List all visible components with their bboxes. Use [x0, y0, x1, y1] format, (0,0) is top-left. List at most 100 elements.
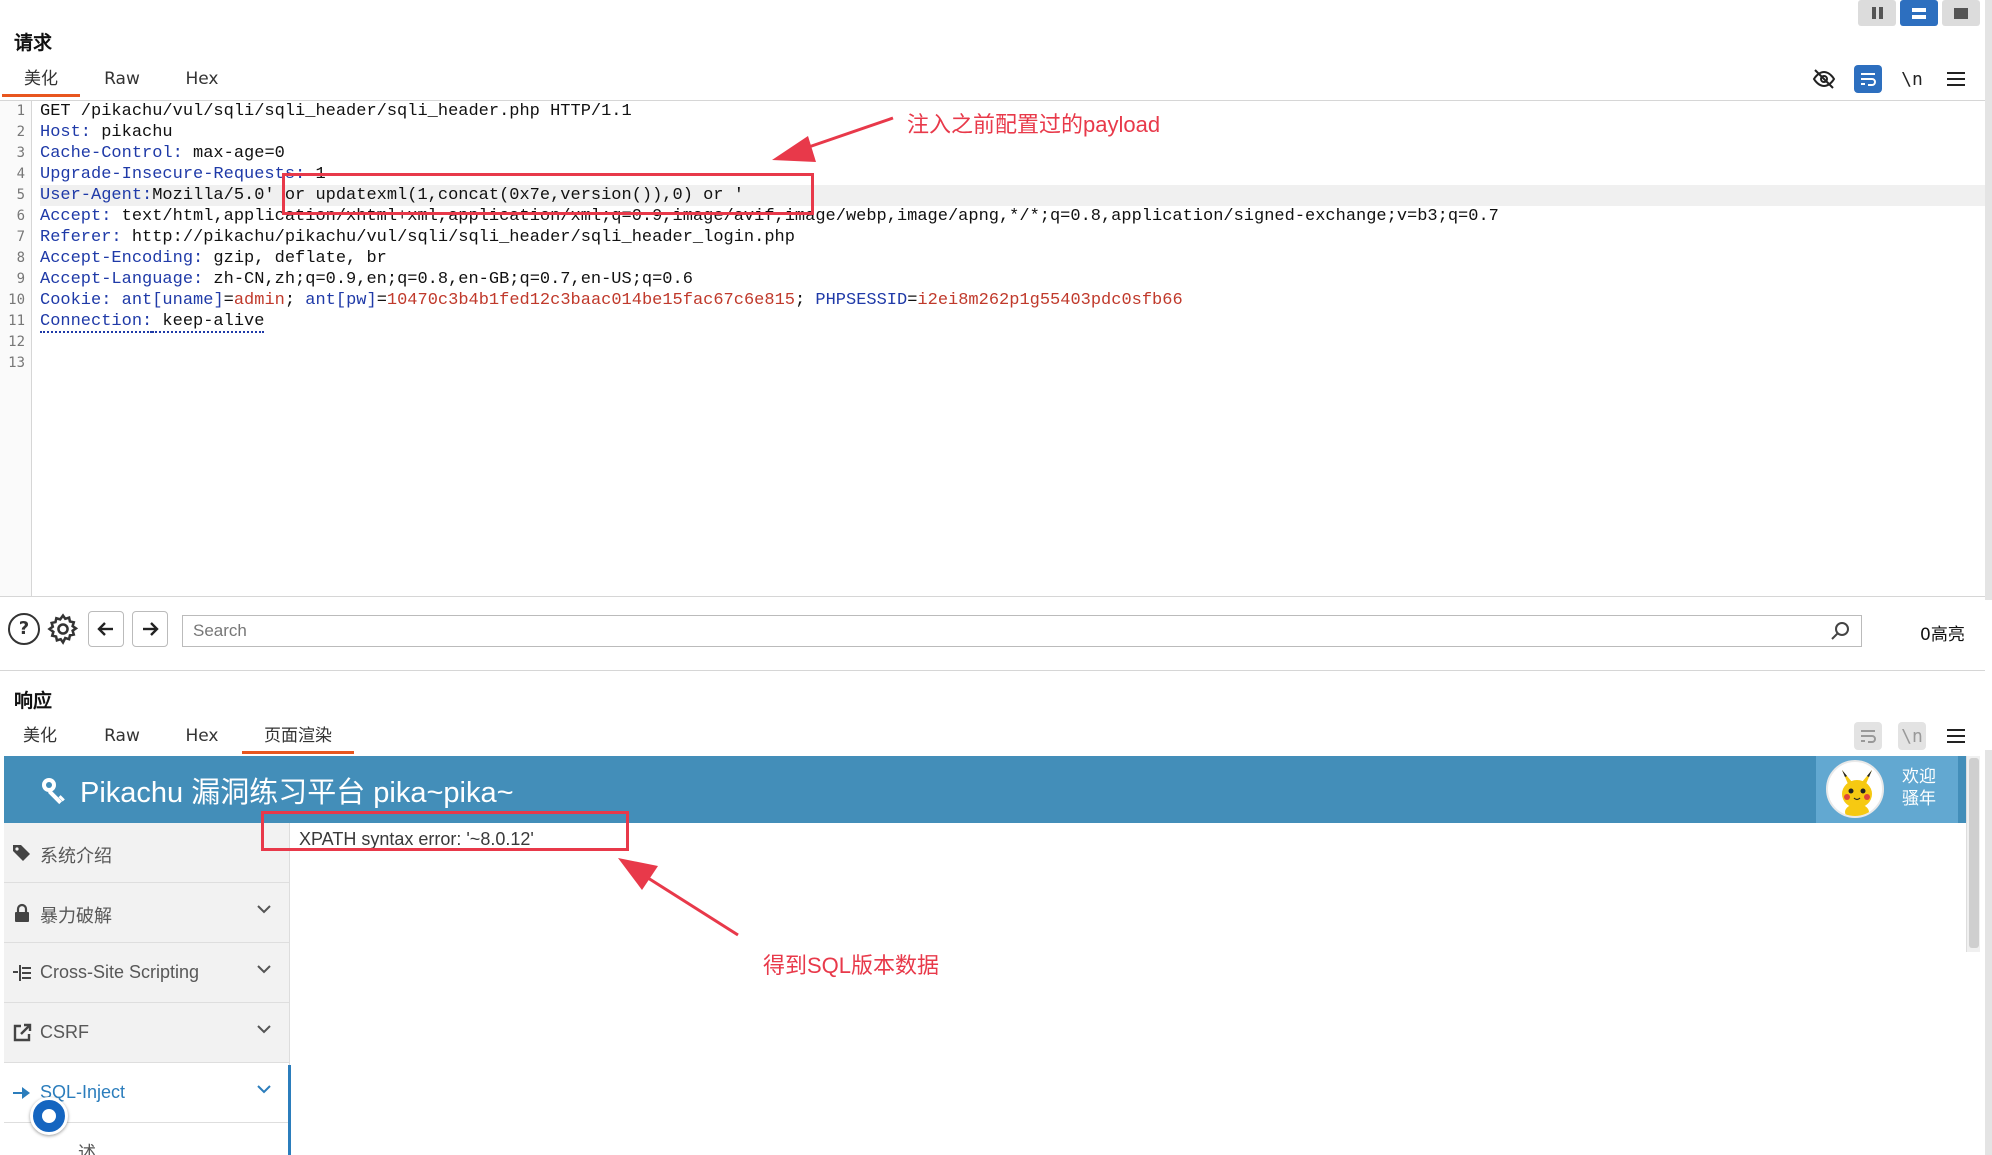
- search-box: [182, 615, 1862, 647]
- chevron-down-icon: [256, 1021, 272, 1037]
- result-highlight-box: [261, 811, 629, 851]
- response-tab-hex[interactable]: Hex: [172, 718, 232, 754]
- header-key: Cache-Control:: [40, 144, 183, 163]
- request-code[interactable]: GET /pikachu/vul/sqli/sqli_header/sqli_h…: [40, 101, 1985, 374]
- sidebar-item-label: CSRF: [40, 1022, 89, 1042]
- line-gutter: 1 2 3 4 5 6 7 8 9 10 11 12 13: [0, 101, 32, 596]
- line-number: 3: [16, 145, 25, 161]
- header-value: gzip, deflate, br: [203, 249, 387, 268]
- chevron-down-icon: [256, 901, 272, 917]
- request-line: [40, 332, 1985, 353]
- line-number: 9: [16, 271, 25, 287]
- layout-split-horizontal-button[interactable]: [1858, 0, 1896, 26]
- next-arrow-icon[interactable]: [132, 611, 168, 647]
- eye-off-icon[interactable]: [1810, 65, 1838, 93]
- sidebar-item-label: 述: [78, 1143, 96, 1155]
- cookie-value: i2ei8m262p1g55403pdc0sfb66: [917, 291, 1183, 310]
- request-title: 请求: [14, 32, 53, 54]
- response-tab-render[interactable]: 页面渲染: [242, 718, 354, 754]
- request-line: Connection: keep-alive: [40, 311, 1985, 333]
- request-tab-hex[interactable]: Hex: [172, 61, 232, 97]
- user-menu[interactable]: 欢迎 骚年: [1816, 756, 1958, 823]
- response-title: 响应: [14, 690, 53, 712]
- previous-arrow-icon[interactable]: [88, 611, 124, 647]
- lock-icon: [12, 903, 32, 923]
- header-key: Accept-Encoding:: [40, 249, 204, 268]
- request-tabbar: 美化 Raw Hex \n: [0, 61, 1992, 97]
- external-icon: [12, 1023, 32, 1043]
- request-tab-raw[interactable]: Raw: [92, 61, 152, 97]
- header-value: max-age=0: [182, 144, 285, 163]
- welcome-line: 欢迎: [1902, 767, 1936, 787]
- cookie-key: ant[pw]: [305, 291, 377, 310]
- wrap-icon[interactable]: [1854, 722, 1882, 750]
- sidebar-item-bruteforce[interactable]: 暴力破解: [4, 883, 289, 943]
- layout-tabs-button[interactable]: [1942, 0, 1980, 26]
- wrap-icon[interactable]: [1854, 65, 1882, 93]
- welcome-line: 骚年: [1902, 789, 1936, 809]
- header-key: Referer:: [40, 228, 122, 247]
- newline-icon[interactable]: \n: [1898, 722, 1926, 750]
- cookie-key: ant[uname]: [121, 291, 224, 310]
- sidebar-item-label: 暴力破解: [40, 906, 112, 926]
- response-tab-pretty[interactable]: 美化: [10, 718, 70, 754]
- list-icon: [12, 963, 32, 983]
- layout-split-vertical-button[interactable]: [1900, 0, 1938, 26]
- key-icon: [40, 776, 70, 806]
- sidebar-item-intro[interactable]: 系统介绍: [4, 823, 289, 883]
- settings-icon[interactable]: [46, 612, 80, 646]
- header-key: Connection:: [40, 312, 153, 333]
- scrollbar-thumb[interactable]: [1969, 758, 1979, 948]
- floating-action-button[interactable]: [30, 1097, 68, 1135]
- search-input[interactable]: [183, 616, 1803, 646]
- payload-annotation: 注入之前配置过的payload: [907, 112, 1161, 137]
- request-line: Accept-Language: zh-CN,zh;q=0.9,en;q=0.8…: [40, 269, 1985, 290]
- chevron-down-icon: [256, 961, 272, 977]
- header-value: zh-CN,zh;q=0.9,en;q=0.8,en-GB;q=0.7,en-U…: [203, 270, 693, 289]
- line-number: 7: [16, 229, 25, 245]
- request-line: Referer: http://pikachu/pikachu/vul/sqli…: [40, 227, 1985, 248]
- cookie-value: 10470c3b4b1fed12c3baac014be15fac67c6e815: [386, 291, 795, 310]
- help-icon[interactable]: ?: [8, 613, 40, 645]
- header-key: Accept:: [40, 207, 112, 226]
- line-number: 6: [16, 208, 25, 224]
- panel-divider[interactable]: [0, 670, 1985, 671]
- sidebar-item-label: 系统介绍: [40, 846, 112, 866]
- line-number: 11: [8, 313, 25, 329]
- content-area: XPATH syntax error: '~8.0.12': [291, 823, 1970, 1155]
- header-value: pikachu: [91, 123, 173, 142]
- sidebar-item-xss[interactable]: Cross-Site Scripting: [4, 943, 289, 1003]
- line-number: 8: [16, 250, 25, 266]
- line-number: 10: [8, 292, 25, 308]
- render-scrollbar[interactable]: [1966, 756, 1980, 952]
- cookie-value: admin: [233, 291, 285, 310]
- menu-icon[interactable]: [1942, 65, 1970, 93]
- header-key: Cookie:: [40, 291, 112, 310]
- sidebar-item-csrf[interactable]: CSRF: [4, 1003, 289, 1063]
- chevron-down-icon: [256, 1081, 272, 1097]
- request-line: Cache-Control: max-age=0: [40, 143, 1985, 164]
- header-key: Accept-Language:: [40, 270, 204, 289]
- welcome-text: 欢迎 骚年: [1902, 766, 1936, 810]
- newline-icon[interactable]: \n: [1898, 65, 1926, 93]
- tag-icon: [12, 843, 32, 863]
- header-value: http://pikachu/pikachu/vul/sqli/sqli_hea…: [121, 228, 795, 247]
- search-row: ? 0高亮: [0, 603, 1992, 657]
- right-edge-scrollbar[interactable]: [1985, 750, 1992, 1155]
- result-annotation: 得到SQL版本数据: [763, 953, 940, 978]
- right-edge-scrollbar[interactable]: [1985, 0, 1992, 600]
- header-key: User-Agent:: [40, 186, 153, 205]
- response-tab-raw[interactable]: Raw: [92, 718, 152, 754]
- search-icon[interactable]: [1829, 620, 1851, 642]
- request-line: Cookie: ant[uname]=admin; ant[pw]=10470c…: [40, 291, 1183, 310]
- site-title[interactable]: Pikachu 漏洞练习平台 pika~pika~: [80, 769, 514, 811]
- line-number: 13: [8, 355, 25, 371]
- request-tab-pretty[interactable]: 美化: [2, 61, 80, 97]
- line-number: 2: [16, 124, 25, 140]
- layout-switch: [1858, 0, 1980, 26]
- request-line: [40, 353, 1985, 374]
- line-number: 1: [16, 103, 25, 119]
- avatar: [1826, 760, 1884, 818]
- menu-icon[interactable]: [1942, 722, 1970, 750]
- line-number: 12: [8, 334, 25, 350]
